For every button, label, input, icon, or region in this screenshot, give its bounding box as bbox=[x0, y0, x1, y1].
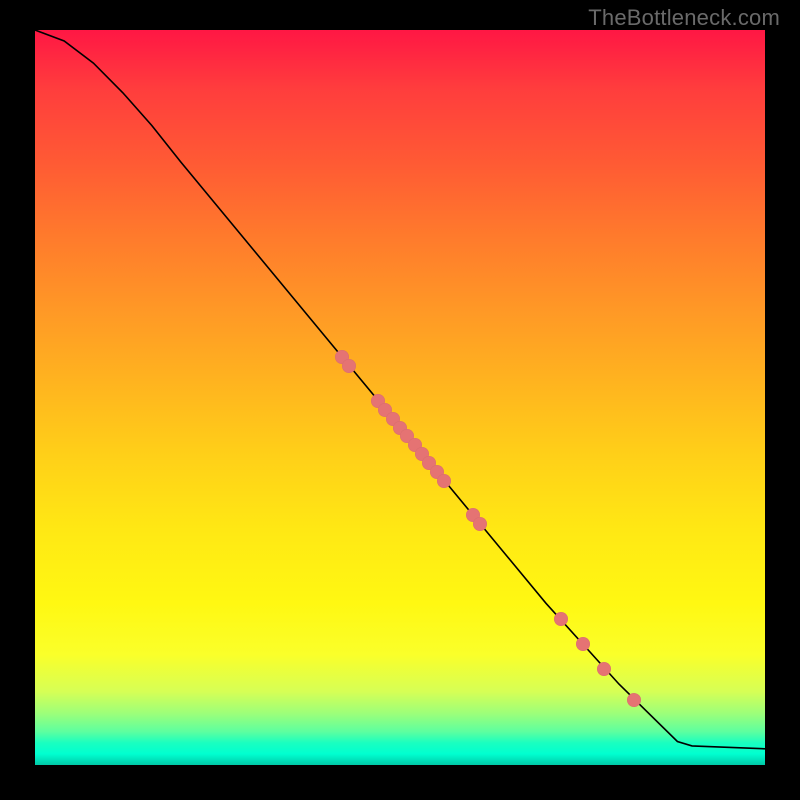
data-point bbox=[554, 612, 568, 626]
data-point bbox=[342, 359, 356, 373]
plot-area bbox=[35, 30, 765, 765]
data-point bbox=[576, 637, 590, 651]
curve-svg bbox=[35, 30, 765, 765]
chart-stage: TheBottleneck.com bbox=[0, 0, 800, 800]
data-point bbox=[627, 693, 641, 707]
data-point bbox=[437, 474, 451, 488]
bottleneck-curve bbox=[35, 30, 765, 749]
watermark-text: TheBottleneck.com bbox=[588, 5, 780, 31]
